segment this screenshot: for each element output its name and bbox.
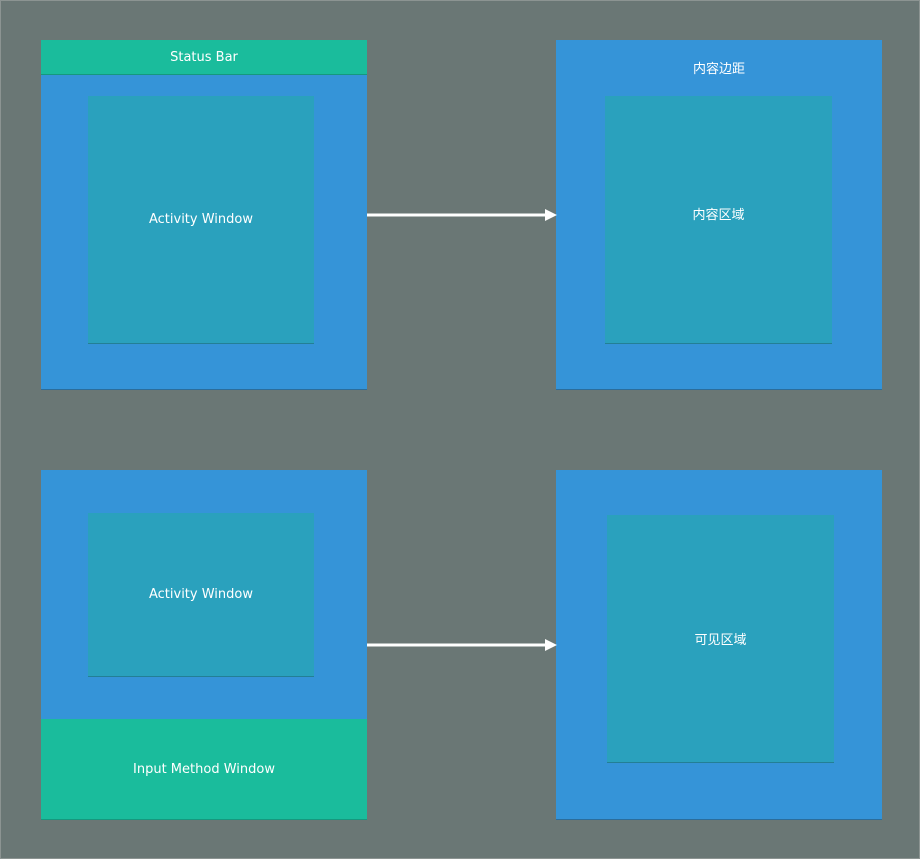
arrows-layer	[367, 209, 557, 651]
top-arrow	[367, 209, 557, 221]
bottom-arrow	[367, 639, 557, 651]
